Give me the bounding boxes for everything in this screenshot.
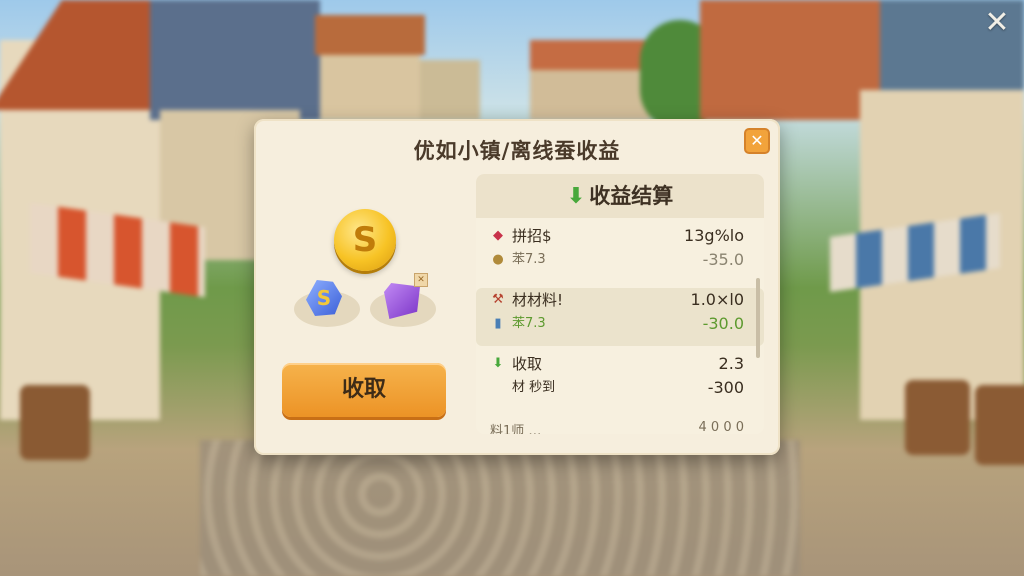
row-sub-label: 苯7.3 — [512, 316, 546, 331]
collect-button[interactable]: 收取 — [282, 363, 446, 417]
row-label: 材材料! — [512, 291, 564, 309]
tag-icon: ✕ — [414, 273, 428, 287]
red-gem-icon: ◆ — [493, 228, 503, 243]
game-scene: ✕ 优如小镇/离线蚕收益 ✕ S S ✕ 收取 ⬇ 收益结算 ◆ 拼招$ 13g%l… — [0, 0, 1024, 576]
panel-header-label: 收益结算 — [589, 184, 674, 208]
row-label: 拼招$ — [512, 227, 552, 245]
list-item: ⚒ 材材料! 1.0×l0 ▮ 苯7.3 -30.0 — [476, 288, 764, 346]
row-value: 4 0 0 0 — [698, 420, 744, 434]
list-scrollbar[interactable] — [756, 278, 760, 358]
offline-earnings-dialog: 优如小镇/离线蚕收益 ✕ S S ✕ 收取 ⬇ 收益结算 ◆ 拼招$ 13g%lo — [254, 119, 780, 455]
panel-header: ⬇ 收益结算 — [476, 174, 764, 218]
row-value: 1.0×l0 — [690, 290, 744, 309]
row-label: 收取 — [512, 355, 543, 373]
reward-preview: S S ✕ 收取 — [282, 191, 452, 431]
list-item: ⬇ 收取 2.3 材 秒到 -300 — [476, 352, 764, 410]
gold-coin-icon: S — [334, 209, 396, 271]
dialog-title: 优如小镇/离线蚕收益 — [413, 139, 621, 163]
hammer-icon: ⚒ — [492, 292, 504, 307]
book-icon: ▮ — [494, 316, 502, 331]
screen-close-icon[interactable]: ✕ — [982, 8, 1012, 38]
down-arrow-icon: ⬇ — [492, 356, 504, 371]
list-item: ◆ 拼招$ 13g%lo ● 苯7.3 -35.0 — [476, 224, 764, 282]
row-label: 料1师 … — [490, 424, 542, 434]
coin-bag-icon: ● — [492, 252, 504, 267]
earnings-list[interactable]: ◆ 拼招$ 13g%lo ● 苯7.3 -35.0 ⚒ 材材料! 1.0×l0 ▮ 苯7… — [476, 218, 764, 434]
row-sub-value: -300 — [707, 378, 744, 397]
list-item-partial: 料1师 … 4 0 0 0 — [490, 420, 744, 434]
down-arrow-icon: ⬇ — [566, 184, 586, 209]
dialog-close-button[interactable]: ✕ — [744, 128, 770, 154]
earnings-panel: ⬇收益结算 ◆拼招$ 13g%lo ●苯7.3 -35.0 ⚒材材料! — [476, 174, 764, 434]
row-value: 13g%lo — [684, 226, 744, 245]
row-value: 2.3 — [718, 354, 744, 373]
row-sub-value: -30.0 — [702, 314, 744, 333]
row-sub-value: -35.0 — [702, 250, 744, 269]
row-sub-label: 材 秒到 — [512, 380, 556, 395]
row-sub-label: 苯7.3 — [512, 252, 546, 267]
